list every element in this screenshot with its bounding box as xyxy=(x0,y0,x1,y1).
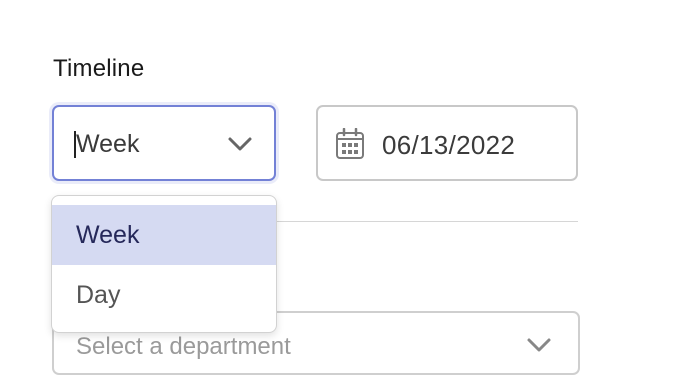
department-placeholder: Select a department xyxy=(76,333,291,360)
timeline-select[interactable]: Week xyxy=(52,105,276,181)
timeline-dropdown-menu: Week Day xyxy=(51,195,277,333)
dropdown-option-day[interactable]: Day xyxy=(52,265,276,325)
option-label: Week xyxy=(76,221,140,249)
chevron-down-icon[interactable] xyxy=(227,136,253,152)
calendar-icon[interactable] xyxy=(335,128,365,160)
date-value: 06/13/2022 xyxy=(382,130,516,160)
timeline-select-value: Week xyxy=(76,130,140,158)
date-picker-field[interactable]: 06/13/2022 xyxy=(316,105,578,181)
option-label: Day xyxy=(76,281,121,309)
chevron-down-icon[interactable] xyxy=(526,337,552,353)
timeline-label: Timeline xyxy=(53,55,145,82)
dropdown-option-week[interactable]: Week xyxy=(52,205,276,265)
